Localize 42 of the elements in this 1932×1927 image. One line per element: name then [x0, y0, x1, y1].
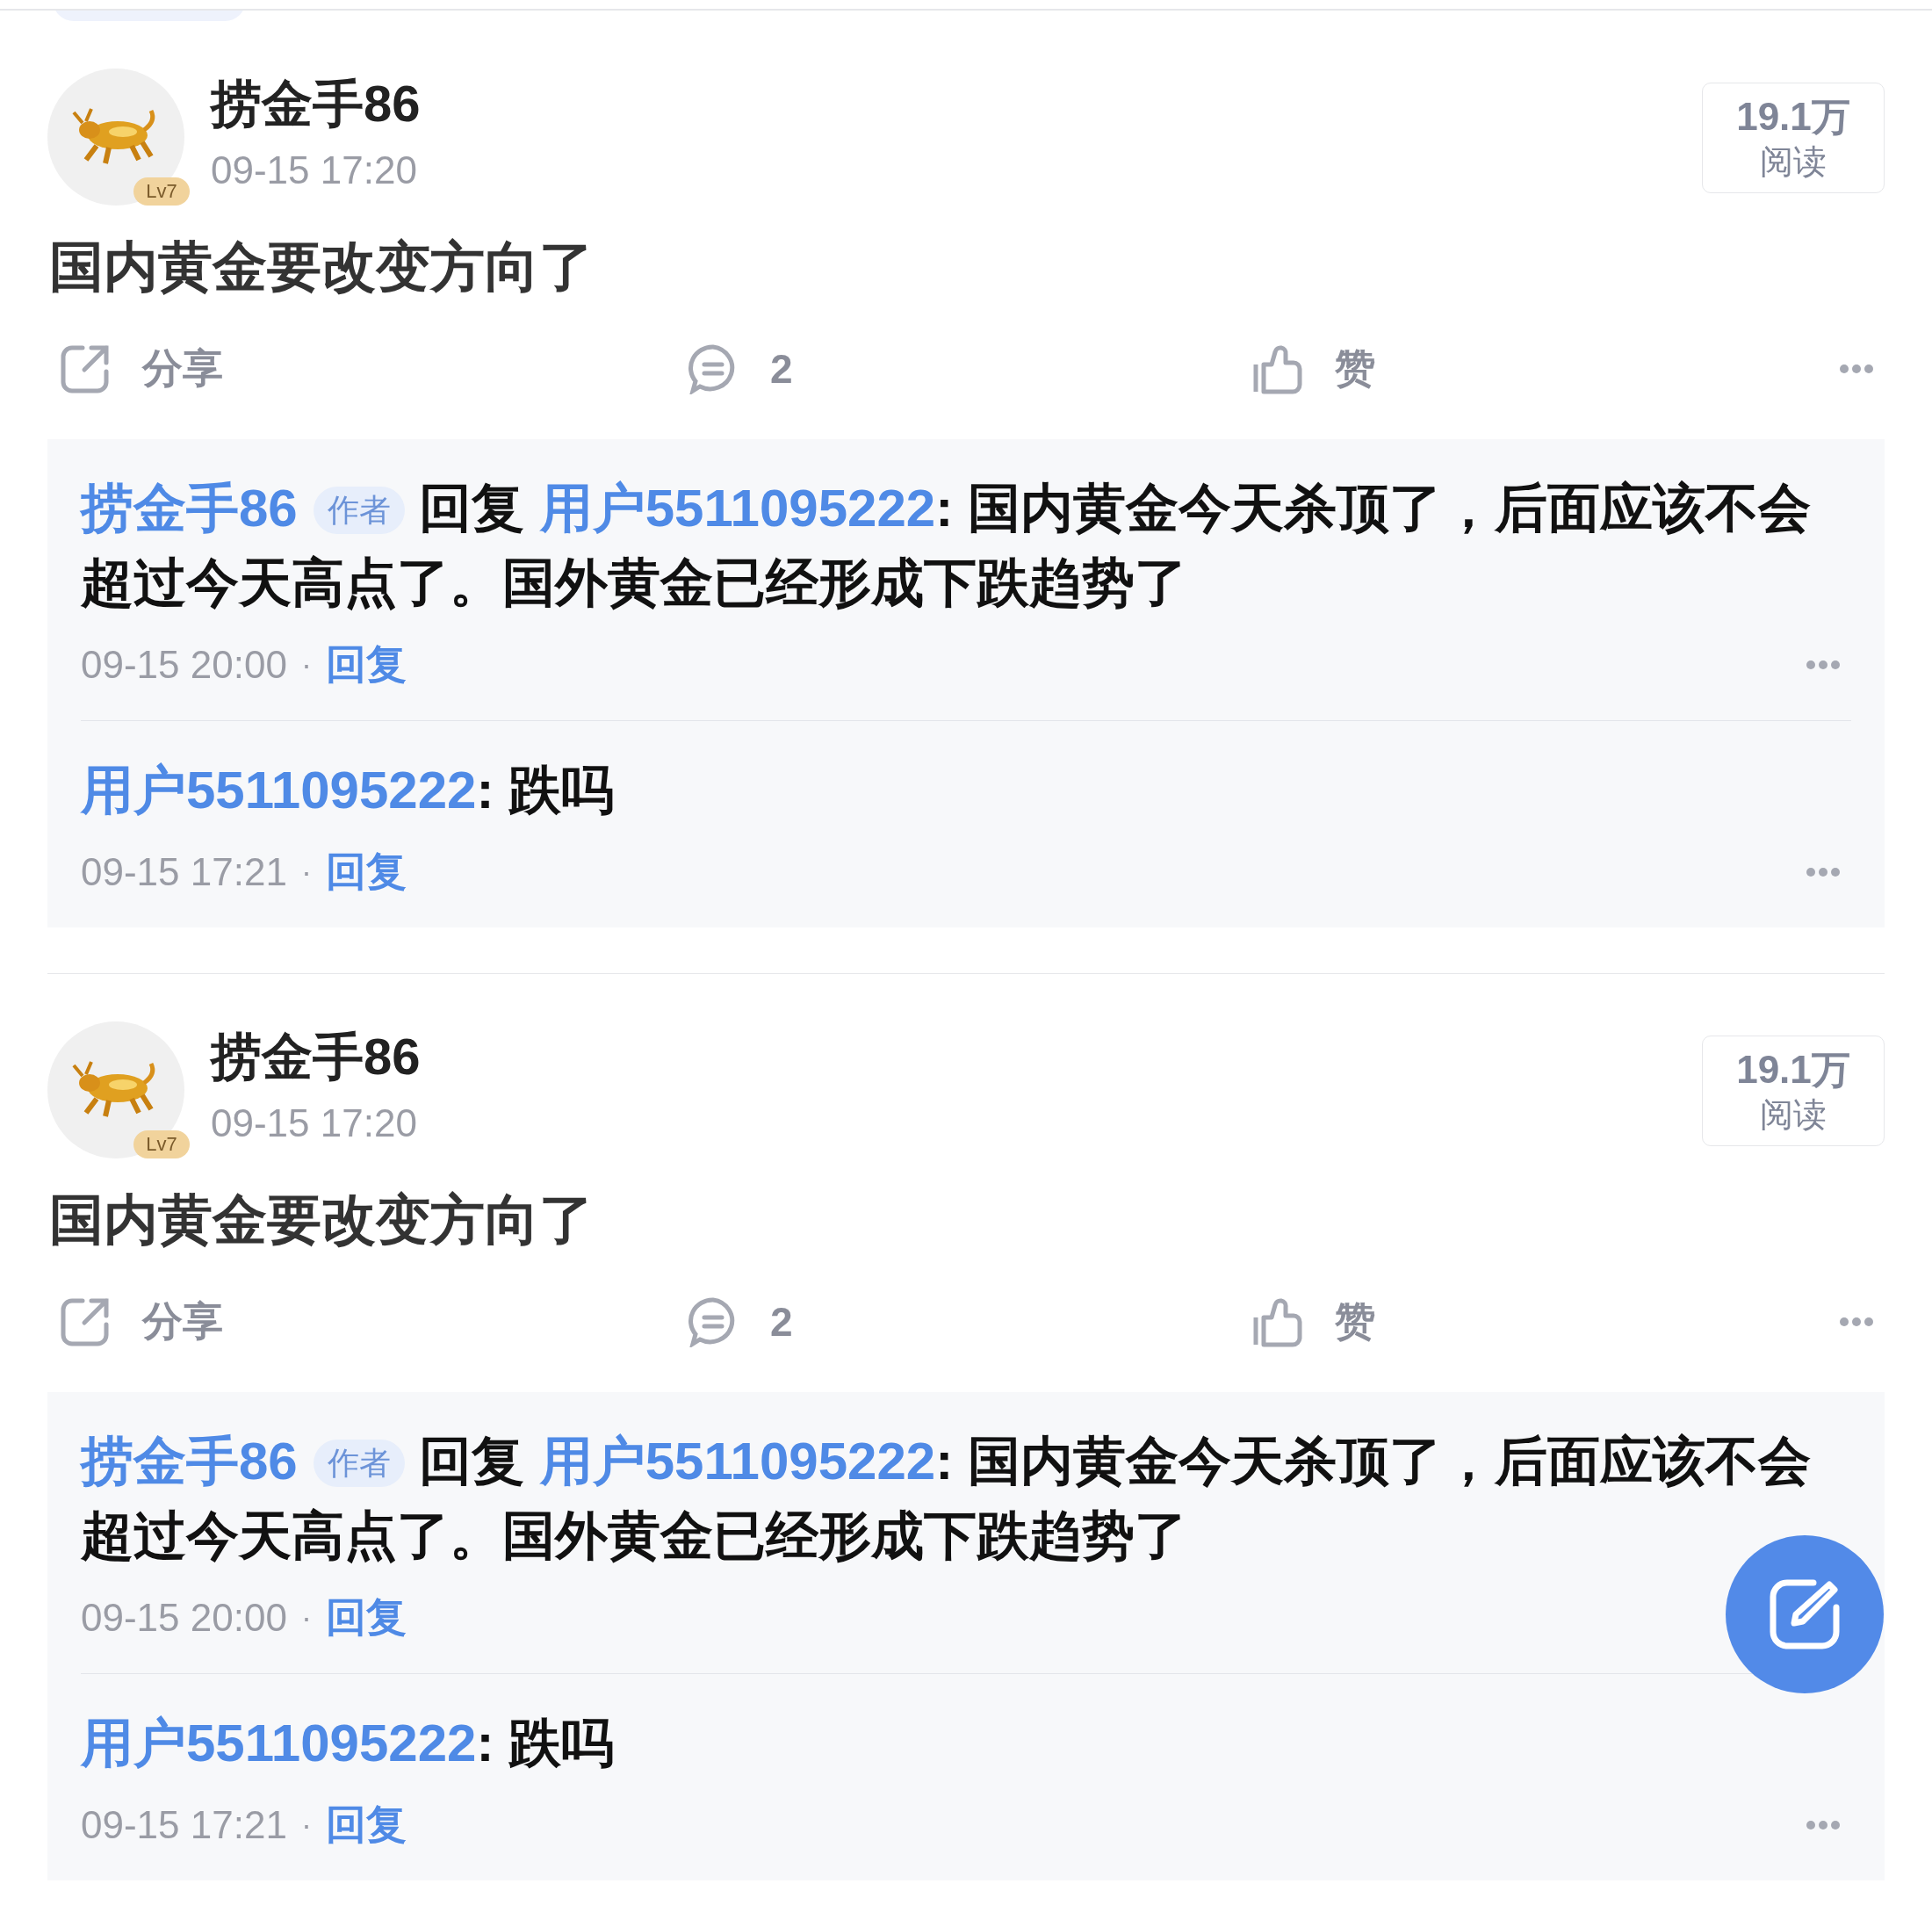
separator-dot: · — [300, 646, 312, 683]
level-badge: Lv7 — [133, 1130, 190, 1158]
author-tag: 作者 — [313, 1440, 405, 1487]
reply-text: 用户5511095222: 跌吗 — [81, 760, 616, 821]
username-link[interactable]: 用户5511095222 — [539, 479, 936, 538]
reply-time: 09-15 17:21 — [81, 1803, 287, 1847]
reply-text: 捞金手86 作者 回复 用户5511095222: 国内黄金今天杀顶了，后面应该不会超过今天高点了。国外黄金已经形成下跌趋势了 — [81, 478, 1812, 614]
reply-time: 09-15 20:00 — [81, 1596, 287, 1640]
like-button[interactable]: 赞 — [1252, 342, 1839, 396]
post-time: 09-15 17:20 — [211, 1101, 418, 1146]
reply-link[interactable]: 回复 — [325, 1798, 407, 1852]
username-link[interactable]: 捞金手86 — [81, 1432, 298, 1490]
share-button[interactable]: 分享 — [60, 1295, 688, 1349]
reply-link[interactable]: 回复 — [325, 845, 407, 899]
post-content: 国内黄金要改变方向了 — [49, 1188, 595, 1252]
view-count: 19.1万 — [1736, 94, 1850, 140]
reply-text: 捞金手86 作者 回复 用户5511095222: 国内黄金今天杀顶了，后面应该不会超过今天高点了。国外黄金已经形成下跌趋势了 — [81, 1431, 1812, 1567]
author-tag: 作者 — [313, 487, 405, 534]
post-content: 国内黄金要改变方向了 — [49, 235, 595, 299]
username-link[interactable]: 捞金手86 — [81, 479, 298, 538]
separator-dot: · — [300, 854, 312, 891]
share-button[interactable]: 分享 — [60, 342, 688, 396]
view-label: 阅读 — [1760, 142, 1827, 182]
username-link[interactable]: 用户5511095222 — [539, 1432, 936, 1490]
like-button[interactable]: 赞 — [1252, 1295, 1839, 1349]
reply-link[interactable]: 回复 — [325, 638, 407, 692]
reply-time: 09-15 20:00 — [81, 643, 287, 687]
comment-button[interactable]: 2 — [688, 343, 1252, 394]
reply-time: 09-15 17:21 — [81, 850, 287, 894]
separator-dot: · — [300, 1599, 312, 1636]
post-time: 09-15 17:20 — [211, 148, 418, 193]
view-count: 19.1万 — [1736, 1047, 1850, 1093]
level-badge: Lv7 — [133, 177, 190, 206]
separator-dot: · — [300, 1807, 312, 1844]
author-name[interactable]: 捞金手86 — [211, 1025, 421, 1088]
username-link[interactable]: 用户5511095222 — [81, 761, 477, 819]
reply-text: 用户5511095222: 跌吗 — [81, 1713, 616, 1774]
reply-link[interactable]: 回复 — [325, 1591, 407, 1645]
username-link[interactable]: 用户5511095222 — [81, 1714, 477, 1772]
view-label: 阅读 — [1760, 1095, 1827, 1135]
author-name[interactable]: 捞金手86 — [211, 72, 421, 135]
comment-button[interactable]: 2 — [688, 1296, 1252, 1347]
